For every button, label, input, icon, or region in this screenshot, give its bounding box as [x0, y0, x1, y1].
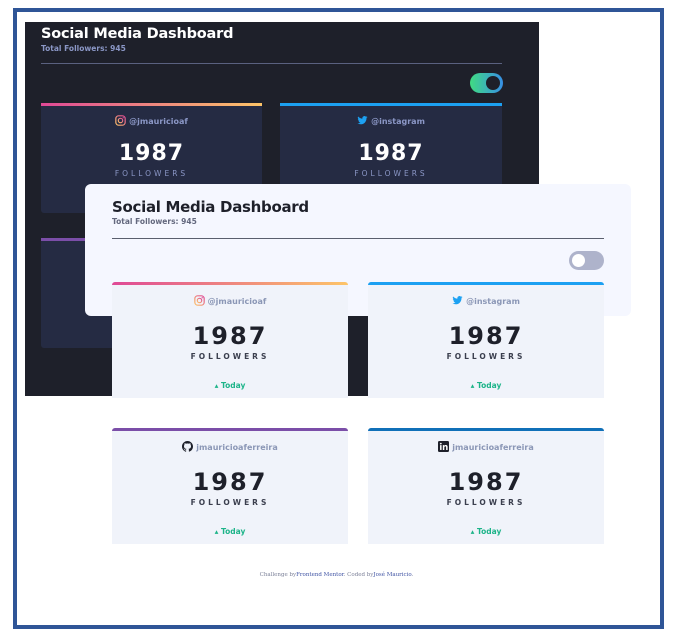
follower-card-twitter: @instagram 1987 FOLLOWERS ▴ Today [368, 282, 604, 398]
twitter-icon [452, 296, 463, 305]
card-accent-bar [112, 282, 348, 285]
card-accent-bar [112, 428, 348, 431]
dark-mode-toggle[interactable] [569, 251, 604, 270]
card-accent-bar [368, 428, 604, 431]
follower-label: FOLLOWERS [446, 352, 526, 361]
trend-indicator: ▴ Today [368, 381, 604, 390]
toggle-knob [486, 76, 500, 90]
card-handle: @instagram [368, 295, 604, 306]
follower-label: FOLLOWERS [114, 169, 189, 178]
card-handle: jmauricioaferreira [112, 441, 348, 452]
follower-label: FOLLOWERS [446, 498, 526, 507]
handle-text: @jmauricioaf [207, 297, 267, 306]
header-divider [41, 63, 502, 64]
follower-label: FOLLOWERS [190, 498, 270, 507]
handle-text: @instagram [371, 117, 425, 126]
author-link[interactable]: José Mauricio [373, 572, 411, 578]
trend-label: Today [477, 381, 502, 390]
trend-indicator: ▴ Today [368, 527, 604, 536]
handle-text: @jmauricioaf [129, 117, 188, 126]
twitter-icon [357, 116, 368, 125]
card-handle: @jmauricioaf [41, 115, 262, 126]
follower-label: FOLLOWERS [354, 169, 428, 178]
card-accent-bar [280, 103, 502, 106]
dark-mode-toggle[interactable] [470, 73, 503, 93]
trend-label: Today [477, 527, 502, 536]
card-handle: @jmauricioaf [112, 295, 348, 306]
follower-count: 1987 [118, 141, 185, 166]
footer-middle: . Coded by [343, 572, 374, 578]
page-title: Social Media Dashboard [112, 198, 309, 216]
page-title: Social Media Dashboard [41, 26, 234, 42]
trend-label: Today [221, 381, 246, 390]
handle-text: jmauricioaferreira [452, 443, 534, 452]
follower-count: 1987 [448, 322, 524, 350]
instagram-icon [193, 295, 205, 306]
follower-count: 1987 [192, 322, 268, 350]
trend-indicator: ▴ Today [112, 381, 348, 390]
follower-count: 1987 [192, 468, 268, 496]
instagram-icon [115, 115, 126, 126]
follower-card-linkedin: jmauricioaferreira 1987 FOLLOWERS ▴ Toda… [368, 428, 604, 544]
github-icon [182, 441, 194, 452]
total-followers: Total Followers: 945 [112, 217, 197, 226]
card-handle: jmauricioaferreira [368, 441, 604, 452]
follower-count: 1987 [448, 468, 524, 496]
follower-card-instagram: @jmauricioaf 1987 FOLLOWERS ▴ Today [112, 282, 348, 398]
header-divider [112, 238, 604, 239]
trend-label: Today [221, 527, 246, 536]
total-followers: Total Followers: 945 [41, 44, 126, 53]
card-accent-bar [368, 282, 604, 285]
follower-label: FOLLOWERS [190, 352, 270, 361]
follower-card-github: jmauricioaferreira 1987 FOLLOWERS ▴ Toda… [112, 428, 348, 544]
attribution-footer: Challenge byFrontend Mentor. Coded byJos… [0, 572, 673, 578]
card-handle: @instagram [280, 115, 502, 126]
trend-indicator: ▴ Today [112, 527, 348, 536]
card-accent-bar [41, 103, 262, 106]
footer-suffix: . [411, 572, 414, 578]
frontend-mentor-link[interactable]: Frontend Mentor [296, 572, 344, 578]
handle-text: jmauricioaferreira [196, 443, 278, 452]
linkedin-icon [438, 441, 450, 452]
follower-count: 1987 [358, 141, 424, 166]
handle-text: @instagram [466, 297, 520, 306]
footer-prefix: Challenge by [259, 572, 297, 578]
toggle-knob [572, 254, 585, 267]
